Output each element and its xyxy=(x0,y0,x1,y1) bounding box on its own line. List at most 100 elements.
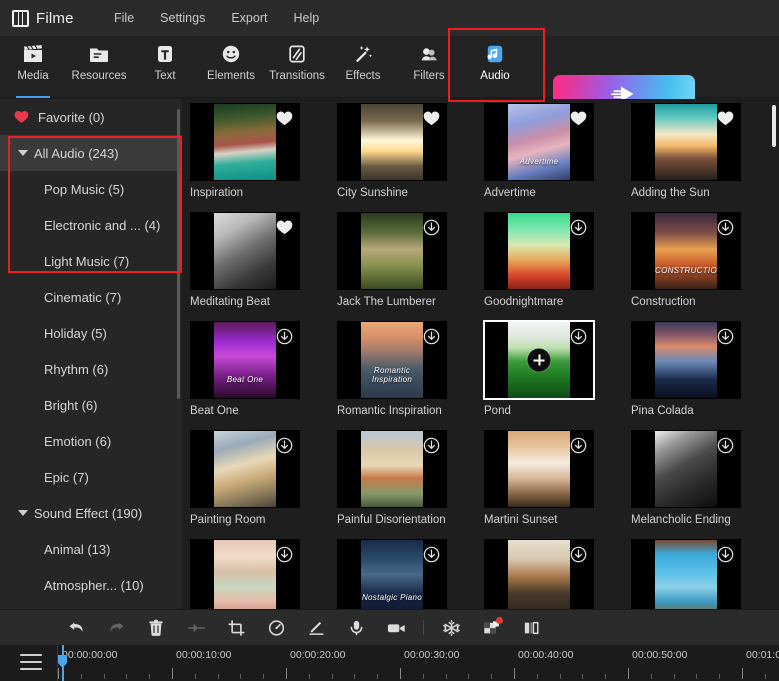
content-scrollbar[interactable] xyxy=(772,105,776,147)
heart-icon[interactable] xyxy=(717,110,734,127)
audio-thumbnail[interactable] xyxy=(631,430,741,508)
download-icon[interactable] xyxy=(423,437,440,454)
sidebar-item-sound-effect-190[interactable]: Sound Effect (190) xyxy=(0,495,182,531)
audio-thumbnail[interactable] xyxy=(190,103,300,181)
audio-thumbnail[interactable] xyxy=(631,539,741,609)
audio-card[interactable]: Painful Disorientation xyxy=(337,430,447,526)
audio-thumbnail[interactable] xyxy=(484,430,594,508)
audio-thumbnail[interactable]: Nostalgic Piano xyxy=(337,539,447,609)
audio-card[interactable] xyxy=(631,539,741,609)
color-button[interactable] xyxy=(431,610,471,646)
splitscreen-button[interactable] xyxy=(511,610,551,646)
playhead-handle[interactable] xyxy=(58,655,67,668)
download-icon[interactable] xyxy=(570,546,587,563)
download-icon[interactable] xyxy=(276,328,293,345)
audio-card[interactable]: Adding the Sun xyxy=(631,103,741,199)
download-icon[interactable] xyxy=(276,546,293,563)
audio-thumbnail[interactable]: Beat One xyxy=(190,321,300,399)
download-icon[interactable] xyxy=(717,328,734,345)
audio-card[interactable]: Martini Sunset xyxy=(484,430,594,526)
sidebar-scrollbar[interactable] xyxy=(177,109,180,399)
tab-audio[interactable]: Audio xyxy=(462,36,528,94)
audio-thumbnail[interactable] xyxy=(631,321,741,399)
audio-card[interactable]: Pina Colada xyxy=(631,321,741,417)
audio-card[interactable]: Advertime Advertime xyxy=(484,103,594,199)
audio-thumbnail[interactable] xyxy=(483,320,595,400)
sidebar-item-all-audio-243[interactable]: All Audio (243) xyxy=(0,135,182,171)
tab-effects[interactable]: Effects xyxy=(330,36,396,94)
audio-thumbnail[interactable]: Romantic Inspiration xyxy=(337,321,447,399)
sidebar-item-atmospher-10[interactable]: Atmospher... (10) xyxy=(0,567,182,603)
speed-button[interactable] xyxy=(256,610,296,646)
audio-card[interactable]: Romantic Inspiration Romantic Inspiration xyxy=(337,321,447,417)
plus-icon[interactable] xyxy=(527,348,551,372)
menu-help[interactable]: Help xyxy=(293,11,319,25)
download-icon[interactable] xyxy=(570,219,587,236)
sidebar-item-pop-music-5[interactable]: Pop Music (5) xyxy=(0,171,182,207)
crop-button[interactable] xyxy=(216,610,256,646)
sidebar-item-rhythm-6[interactable]: Rhythm (6) xyxy=(0,351,182,387)
audio-thumbnail[interactable] xyxy=(190,539,300,609)
record-button[interactable] xyxy=(376,610,416,646)
download-icon[interactable] xyxy=(423,546,440,563)
edit-button[interactable] xyxy=(296,610,336,646)
heart-icon[interactable] xyxy=(423,110,440,127)
heart-icon[interactable] xyxy=(570,110,587,127)
sidebar-item-light-music-7[interactable]: Light Music (7) xyxy=(0,243,182,279)
heart-icon[interactable] xyxy=(276,219,293,236)
download-icon[interactable] xyxy=(276,437,293,454)
audio-library-grid[interactable]: Inspiration City Sunshine Advertime Adverti… xyxy=(182,99,779,609)
tab-transitions[interactable]: Transitions xyxy=(264,36,330,94)
sidebar-item-emotion-6[interactable]: Emotion (6) xyxy=(0,423,182,459)
download-icon[interactable] xyxy=(570,437,587,454)
audio-card[interactable]: Painting Room xyxy=(190,430,300,526)
menu-settings[interactable]: Settings xyxy=(160,11,205,25)
sidebar-item-animal-13[interactable]: Animal (13) xyxy=(0,531,182,567)
timeline-ruler[interactable]: 00:00:00:00 00:00:10:00 00:00:20:00 00:00:3… xyxy=(58,645,779,681)
sidebar-item-holiday-5[interactable]: Holiday (5) xyxy=(0,315,182,351)
sidebar-item-favorite-0[interactable]: Favorite (0) xyxy=(0,99,182,135)
sidebar-item-bright-6[interactable]: Bright (6) xyxy=(0,387,182,423)
pip-button[interactable] xyxy=(471,610,511,646)
audio-thumbnail[interactable] xyxy=(190,430,300,508)
audio-card[interactable]: Nostalgic Piano xyxy=(337,539,447,609)
tab-resources[interactable]: Resources xyxy=(66,36,132,94)
download-icon[interactable] xyxy=(717,437,734,454)
audio-thumbnail[interactable] xyxy=(337,103,447,181)
audio-thumbnail[interactable] xyxy=(484,539,594,609)
sidebar-item-epic-7[interactable]: Epic (7) xyxy=(0,459,182,495)
delete-button[interactable] xyxy=(136,610,176,646)
menu-export[interactable]: Export xyxy=(231,11,267,25)
tab-media[interactable]: Media xyxy=(0,36,66,94)
audio-thumbnail[interactable]: Advertime xyxy=(484,103,594,181)
audio-card[interactable] xyxy=(484,539,594,609)
audio-thumbnail[interactable] xyxy=(484,212,594,290)
heart-icon[interactable] xyxy=(276,110,293,127)
audio-category-sidebar[interactable]: Favorite (0) All Audio (243) Pop Music (5)… xyxy=(0,99,182,609)
voiceover-button[interactable] xyxy=(336,610,376,646)
menu-file[interactable]: File xyxy=(114,11,134,25)
download-icon[interactable] xyxy=(717,546,734,563)
audio-card[interactable]: Beat One Beat One xyxy=(190,321,300,417)
tab-elements[interactable]: Elements xyxy=(198,36,264,94)
audio-thumbnail[interactable] xyxy=(337,430,447,508)
audio-card[interactable]: Meditating Beat xyxy=(190,212,300,308)
download-icon[interactable] xyxy=(423,219,440,236)
tab-filters[interactable]: Filters xyxy=(396,36,462,94)
audio-card[interactable]: Goodnightmare xyxy=(484,212,594,308)
download-icon[interactable] xyxy=(570,328,587,345)
timeline-ruler-bar[interactable]: 00:00:00:00 00:00:10:00 00:00:20:00 00:00:3… xyxy=(0,645,779,681)
timeline-playhead[interactable] xyxy=(58,645,67,681)
download-icon[interactable] xyxy=(423,328,440,345)
audio-card[interactable]: Inspiration xyxy=(190,103,300,199)
audio-card[interactable]: Melancholic Ending xyxy=(631,430,741,526)
audio-thumbnail[interactable] xyxy=(337,212,447,290)
hamburger-menu-icon[interactable] xyxy=(20,654,42,670)
undo-button[interactable] xyxy=(56,610,96,646)
audio-card[interactable] xyxy=(190,539,300,609)
audio-card[interactable]: Pond xyxy=(483,320,595,417)
tab-text[interactable]: Text xyxy=(132,36,198,94)
audio-thumbnail[interactable] xyxy=(190,212,300,290)
sidebar-item-cinematic-7[interactable]: Cinematic (7) xyxy=(0,279,182,315)
sidebar-item-electronic-and-4[interactable]: Electronic and ... (4) xyxy=(0,207,182,243)
